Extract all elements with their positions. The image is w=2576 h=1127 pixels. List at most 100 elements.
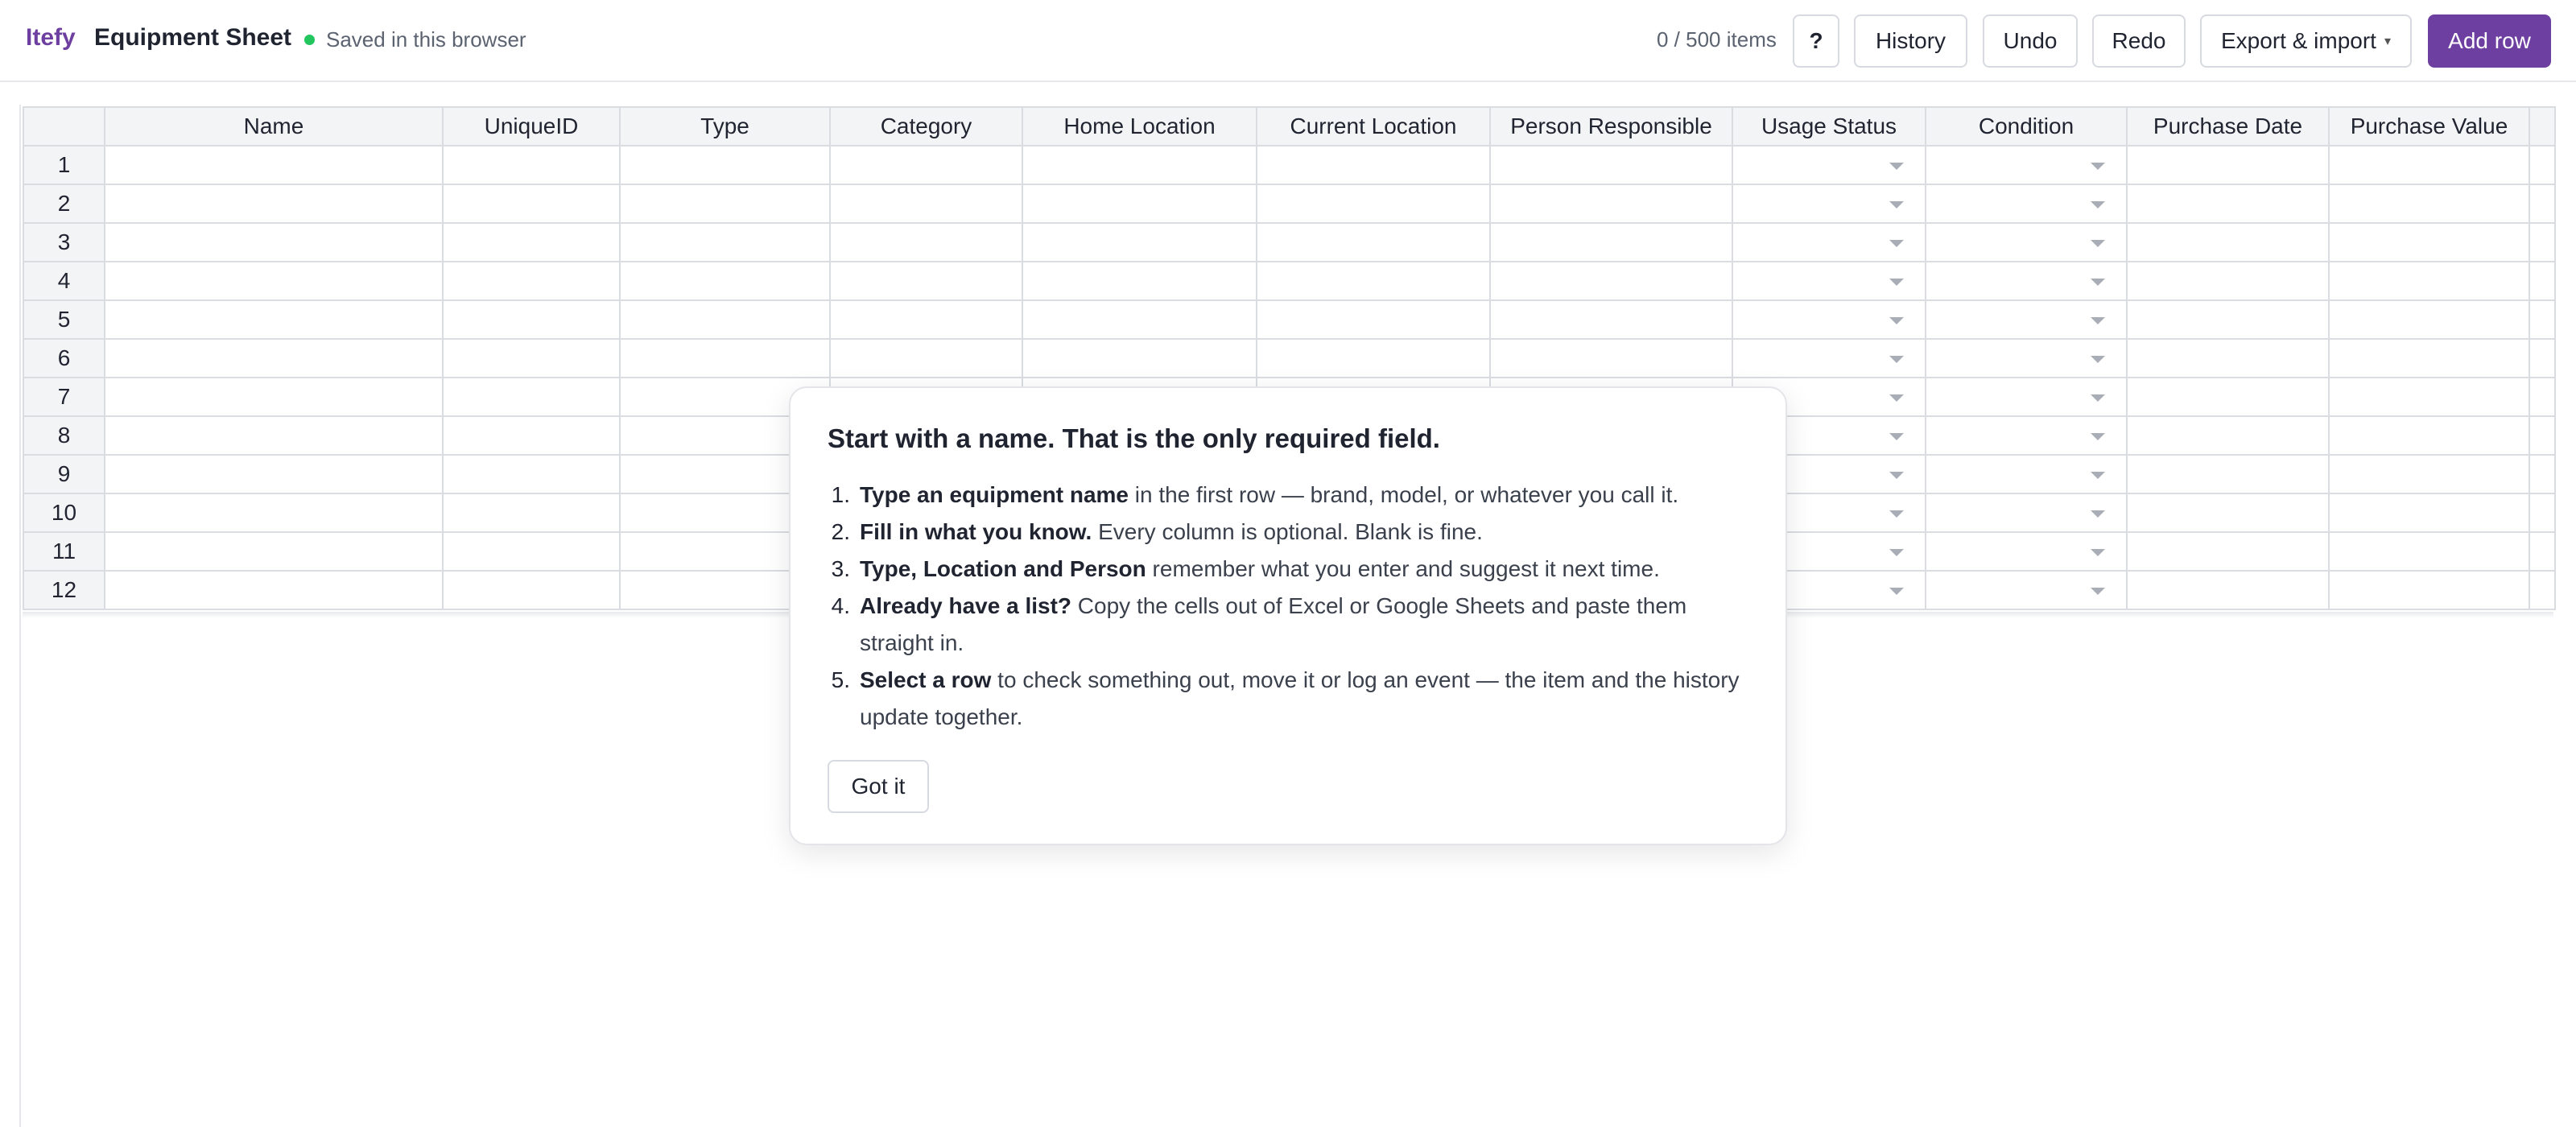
row-number[interactable]: 11 — [23, 531, 105, 572]
table-cell[interactable] — [104, 570, 444, 610]
table-cell[interactable] — [442, 299, 621, 340]
dropdown-arrow-icon[interactable] — [1889, 433, 1904, 440]
table-cell[interactable] — [104, 531, 444, 572]
table-cell[interactable] — [1489, 261, 1733, 301]
table-cell[interactable] — [2126, 415, 2330, 456]
table-cell[interactable] — [1022, 222, 1257, 262]
table-cell[interactable] — [442, 377, 621, 417]
table-cell[interactable] — [619, 338, 831, 378]
table-cell[interactable] — [1489, 299, 1733, 340]
table-cell[interactable] — [104, 454, 444, 494]
table-cell[interactable] — [829, 145, 1023, 185]
table-cell[interactable] — [104, 493, 444, 533]
table-cell[interactable] — [2328, 222, 2530, 262]
table-cell[interactable] — [1732, 184, 1926, 224]
table-cell[interactable] — [104, 415, 444, 456]
column-header[interactable]: Name — [104, 106, 444, 147]
column-header[interactable]: UniqueID — [442, 106, 621, 147]
history-button[interactable]: History — [1854, 14, 1967, 68]
dropdown-arrow-icon[interactable] — [1889, 472, 1904, 479]
dropdown-arrow-icon[interactable] — [2091, 588, 2105, 595]
table-cell[interactable] — [442, 184, 621, 224]
table-cell[interactable] — [2126, 454, 2330, 494]
table-cell[interactable] — [442, 493, 621, 533]
table-cell[interactable] — [442, 415, 621, 456]
table-cell[interactable] — [1489, 145, 1733, 185]
table-cell[interactable] — [2328, 261, 2530, 301]
table-cell[interactable] — [2328, 570, 2530, 610]
row-number[interactable]: 8 — [23, 415, 105, 456]
dropdown-arrow-icon[interactable] — [2091, 201, 2105, 208]
column-header[interactable]: Purchase Date — [2126, 106, 2330, 147]
table-cell[interactable] — [104, 261, 444, 301]
row-number[interactable]: 6 — [23, 338, 105, 378]
table-cell[interactable] — [2328, 338, 2530, 378]
table-cell[interactable] — [1256, 145, 1491, 185]
dropdown-arrow-icon[interactable] — [2091, 317, 2105, 324]
table-cell[interactable] — [1925, 261, 2128, 301]
table-cell[interactable] — [1732, 222, 1926, 262]
corner-cell[interactable] — [23, 106, 105, 147]
table-cell[interactable] — [1925, 338, 2128, 378]
table-cell[interactable] — [2328, 184, 2530, 224]
table-cell[interactable] — [2328, 531, 2530, 572]
table-row[interactable]: 4 — [23, 261, 2556, 301]
table-cell[interactable] — [619, 145, 831, 185]
table-cell[interactable] — [104, 299, 444, 340]
row-number[interactable]: 10 — [23, 493, 105, 533]
dropdown-arrow-icon[interactable] — [2091, 279, 2105, 286]
table-cell[interactable] — [619, 299, 831, 340]
table-cell[interactable] — [104, 184, 444, 224]
table-cell[interactable] — [442, 261, 621, 301]
row-number[interactable]: 3 — [23, 222, 105, 262]
table-cell[interactable] — [1489, 222, 1733, 262]
table-cell[interactable] — [619, 222, 831, 262]
table-cell[interactable] — [1256, 338, 1491, 378]
table-cell[interactable] — [442, 145, 621, 185]
table-cell[interactable] — [829, 299, 1023, 340]
column-header[interactable]: Type — [619, 106, 831, 147]
table-cell[interactable] — [1732, 145, 1926, 185]
table-cell[interactable] — [1925, 570, 2128, 610]
table-cell[interactable] — [2328, 454, 2530, 494]
dropdown-arrow-icon[interactable] — [1889, 240, 1904, 247]
table-cell[interactable] — [1925, 531, 2128, 572]
dropdown-arrow-icon[interactable] — [1889, 588, 1904, 595]
column-header[interactable]: Category — [829, 106, 1023, 147]
table-cell[interactable] — [2126, 570, 2330, 610]
row-number[interactable]: 2 — [23, 184, 105, 224]
table-row[interactable]: 5 — [23, 299, 2556, 340]
table-cell[interactable] — [1732, 261, 1926, 301]
brand-logo[interactable]: Itefy — [26, 24, 76, 52]
table-cell[interactable] — [1489, 184, 1733, 224]
table-cell[interactable] — [1022, 145, 1257, 185]
dropdown-arrow-icon[interactable] — [2091, 510, 2105, 518]
row-number[interactable]: 5 — [23, 299, 105, 340]
table-cell[interactable] — [2126, 493, 2330, 533]
dropdown-arrow-icon[interactable] — [2091, 549, 2105, 556]
table-cell[interactable] — [1022, 299, 1257, 340]
table-cell[interactable] — [2126, 145, 2330, 185]
got-it-button[interactable]: Got it — [828, 760, 929, 813]
table-cell[interactable] — [104, 377, 444, 417]
table-cell[interactable] — [2328, 377, 2530, 417]
column-header[interactable]: Person Responsible — [1489, 106, 1733, 147]
table-cell[interactable] — [442, 454, 621, 494]
table-cell[interactable] — [829, 222, 1023, 262]
help-button[interactable]: ? — [1793, 14, 1839, 68]
dropdown-arrow-icon[interactable] — [1889, 394, 1904, 402]
table-cell[interactable] — [1732, 338, 1926, 378]
table-cell[interactable] — [2126, 184, 2330, 224]
dropdown-arrow-icon[interactable] — [2091, 240, 2105, 247]
dropdown-arrow-icon[interactable] — [2091, 163, 2105, 170]
row-number[interactable]: 9 — [23, 454, 105, 494]
dropdown-arrow-icon[interactable] — [1889, 510, 1904, 518]
table-cell[interactable] — [2126, 531, 2330, 572]
table-cell[interactable] — [1925, 222, 2128, 262]
row-number[interactable]: 4 — [23, 261, 105, 301]
table-cell[interactable] — [104, 145, 444, 185]
table-cell[interactable] — [2328, 145, 2530, 185]
column-header[interactable]: Purchase Value — [2328, 106, 2530, 147]
table-cell[interactable] — [442, 531, 621, 572]
dropdown-arrow-icon[interactable] — [2091, 433, 2105, 440]
